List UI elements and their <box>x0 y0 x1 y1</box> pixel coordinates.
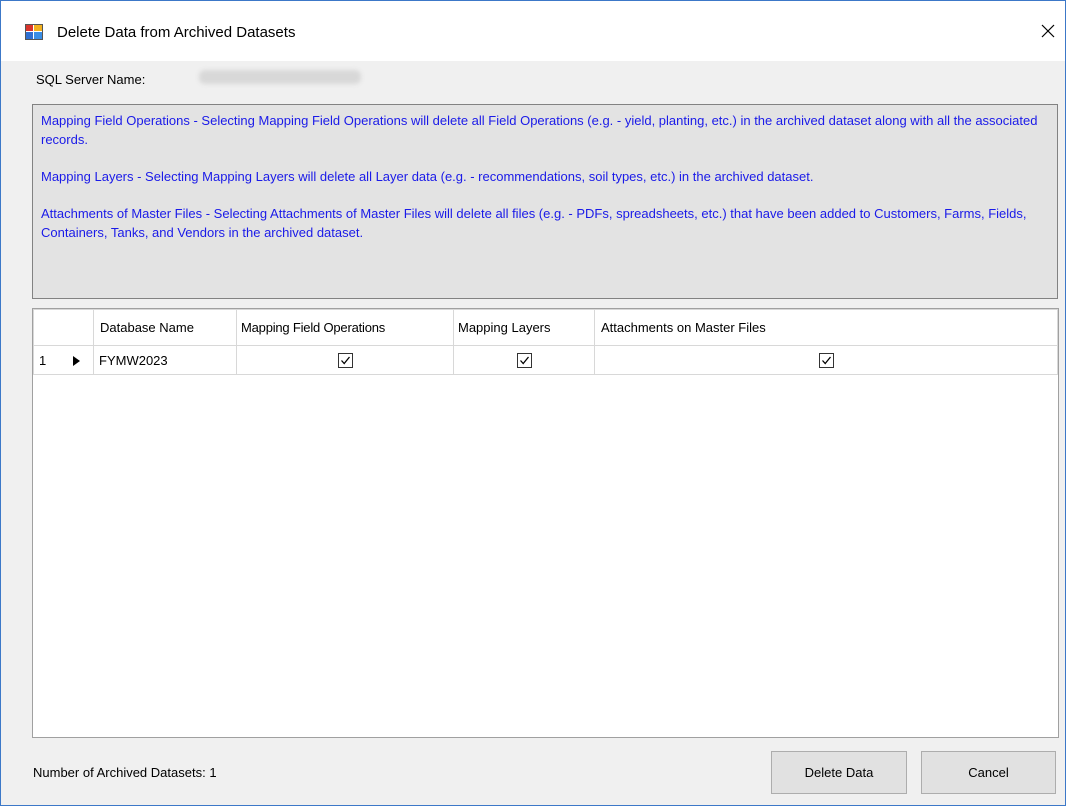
checkbox-checked-icon <box>340 356 350 365</box>
cell-mapping-field-operations[interactable] <box>236 345 454 375</box>
info-attachments: Attachments of Master Files - Selecting … <box>41 206 1027 240</box>
app-window-icon <box>25 24 43 40</box>
row-number: 1 <box>39 352 47 368</box>
archived-datasets-count-label: Number of Archived Datasets: <box>33 765 206 780</box>
cell-database-name[interactable]: FYMW2023 <box>93 345 237 375</box>
sql-server-label: SQL Server Name: <box>36 72 146 87</box>
close-button[interactable] <box>1031 15 1065 49</box>
column-header-mapping-field-operations[interactable]: Mapping Field Operations <box>236 309 454 346</box>
column-header-attachments-on-master-files[interactable]: Attachments on Master Files <box>594 309 1058 346</box>
cancel-button[interactable]: Cancel <box>921 751 1056 794</box>
info-mapping-field-operations: Mapping Field Operations - Selecting Map… <box>41 113 1038 147</box>
attachments-on-master-files-checkbox[interactable] <box>818 353 834 369</box>
row-pointer-icon <box>72 353 80 368</box>
header-row: Database Name Mapping Field Operations M… <box>33 309 1058 346</box>
info-panel: Mapping Field Operations - Selecting Map… <box>32 104 1058 299</box>
archived-datasets-count-value: 1 <box>209 765 217 780</box>
column-header-mapping-layers[interactable]: Mapping Layers <box>453 309 595 346</box>
window-title: Delete Data from Archived Datasets <box>57 24 296 41</box>
archived-datasets-grid[interactable]: Database Name Mapping Field Operations M… <box>32 308 1059 738</box>
column-header-database-name[interactable]: Database Name <box>93 309 237 346</box>
table-row[interactable]: 1 FYMW2023 <box>33 345 1058 375</box>
info-mapping-layers: Mapping Layers - Selecting Mapping Layer… <box>41 169 814 184</box>
mapping-field-operations-checkbox[interactable] <box>337 353 353 369</box>
title-bar: Delete Data from Archived Datasets <box>1 1 1065 61</box>
row-header[interactable]: 1 <box>33 345 94 375</box>
archived-datasets-count: Number of Archived Datasets: 1 <box>33 765 217 780</box>
mapping-layers-checkbox[interactable] <box>516 353 532 369</box>
close-icon <box>1041 24 1055 41</box>
delete-data-button[interactable]: Delete Data <box>771 751 907 794</box>
row-header-corner <box>33 309 94 346</box>
cell-mapping-layers[interactable] <box>453 345 595 375</box>
checkbox-checked-icon <box>821 356 831 365</box>
datasets-table: Database Name Mapping Field Operations M… <box>33 309 1058 375</box>
dialog-window: Delete Data from Archived Datasets SQL S… <box>0 0 1066 806</box>
sql-server-value-redacted <box>199 70 361 84</box>
checkbox-checked-icon <box>519 356 529 365</box>
cell-attachments-on-master-files[interactable] <box>594 345 1058 375</box>
